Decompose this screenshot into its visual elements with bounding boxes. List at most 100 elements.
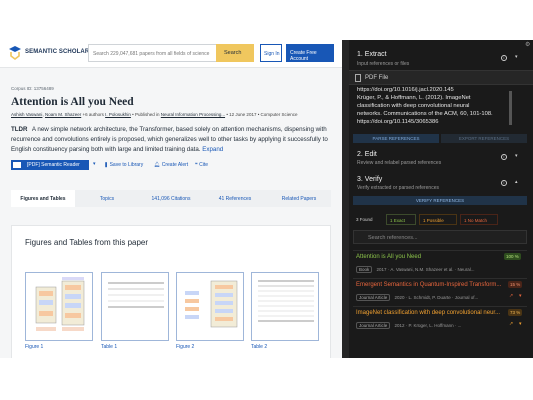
- chevron-down-icon[interactable]: ▾: [515, 54, 518, 60]
- result-item[interactable]: Attention is All you Need 100 % Book 201…: [353, 250, 527, 276]
- published-prefix: Published in: [135, 112, 160, 117]
- step-verify-title[interactable]: 3. Verify: [357, 176, 382, 183]
- panel-divider[interactable]: [342, 40, 349, 358]
- external-link-icon[interactable]: ↗: [509, 321, 513, 327]
- step-extract-title[interactable]: 1. Extract: [357, 51, 387, 58]
- reference-search-input[interactable]: Search references...: [353, 230, 527, 244]
- export-references-button[interactable]: EXPORT REFERENCES: [441, 134, 527, 143]
- result-title[interactable]: Emergent Semantics in Quantum-Inspired T…: [356, 282, 501, 288]
- result-year: 2020: [394, 295, 405, 300]
- result-meta: Journal Article 2020 · L. Schmidt, P. Du…: [356, 294, 478, 301]
- paper-tabs: Figures and Tables Topics 141,096 Citati…: [11, 190, 331, 207]
- chevron-down-icon[interactable]: ▾: [515, 153, 518, 159]
- figure-thumbnail[interactable]: [251, 272, 319, 341]
- reference-panel: ⚙ 1. Extract Input references or files i…: [349, 40, 533, 358]
- tab-related-papers[interactable]: Related Papers: [267, 190, 331, 207]
- chevron-down-icon[interactable]: ▾: [519, 293, 522, 299]
- result-venue: ...: [457, 323, 462, 328]
- reference-text-line: networks. Communications of the ACM, 60,…: [357, 111, 493, 117]
- expand-link[interactable]: Expand: [202, 146, 223, 153]
- match-score-badge: 15 %: [508, 281, 523, 288]
- create-account-button[interactable]: Create Free Account: [286, 44, 334, 62]
- info-icon[interactable]: i: [501, 55, 507, 61]
- filter-found[interactable]: 3 Found: [353, 214, 385, 225]
- tab-citations[interactable]: 141,096 Citations: [139, 190, 203, 207]
- save-to-library-button[interactable]: ❚ Save to Library: [104, 162, 143, 168]
- chevron-down-icon[interactable]: ▾: [519, 321, 522, 327]
- sign-in-button[interactable]: Sign In: [260, 44, 282, 62]
- figure-caption[interactable]: Figure 1: [25, 344, 43, 350]
- step-edit-title[interactable]: 2. Edit: [357, 151, 377, 158]
- author-link[interactable]: I. Polosukhin: [105, 112, 131, 117]
- result-title[interactable]: Attention is All you Need: [356, 254, 421, 260]
- filter-no-match[interactable]: 1 No Match: [460, 214, 498, 225]
- tldr-text: A new simple network architecture, the T…: [11, 126, 328, 153]
- reference-text-line: Krüger, P., & Hoffmann, L. (2012). Image…: [357, 95, 471, 101]
- top-margin: [0, 0, 533, 40]
- figure-caption[interactable]: Table 1: [101, 344, 117, 350]
- site-header: SEMANTIC SCHOLAR Search 229,047,681 pape…: [0, 40, 342, 68]
- tldr-tag: TLDR: [11, 126, 28, 133]
- chevron-up-icon[interactable]: ▴: [515, 179, 518, 185]
- semantic-scholar-logo-icon[interactable]: [8, 45, 22, 61]
- tldr-block: TLDR A new simple network architecture, …: [11, 125, 333, 155]
- gear-icon[interactable]: ⚙: [525, 41, 530, 48]
- bottom-margin: [0, 358, 533, 400]
- search-input[interactable]: Search 229,047,681 papers from all field…: [88, 44, 216, 62]
- figure-thumbnail[interactable]: [176, 272, 244, 341]
- result-authors: P. Krüger, L. Hoffmann: [408, 323, 454, 328]
- venue-link[interactable]: Neural Information Processing...: [161, 112, 225, 117]
- result-meta: Book 2017 · A. Vaswani, N.M. Shazeer et …: [356, 266, 475, 273]
- match-score-badge: 100 %: [504, 253, 521, 260]
- figure-thumbnail[interactable]: [25, 272, 93, 341]
- tab-topics[interactable]: Topics: [75, 190, 139, 207]
- cite-button[interactable]: ❝ Cite: [195, 162, 208, 168]
- verify-references-button[interactable]: VERIFY REFERENCES: [353, 196, 527, 205]
- figures-card: Figures and Tables from this paper Figur…: [11, 225, 331, 358]
- step-edit-subtitle: Review and relabel parsed references: [357, 160, 442, 166]
- figure-1-image: [35, 277, 85, 331]
- figure-caption[interactable]: Figure 2: [176, 344, 194, 350]
- table-1-image: [108, 282, 164, 308]
- result-item[interactable]: ImageNet classification with deep convol…: [353, 306, 527, 332]
- filter-exact[interactable]: 1 Exact: [386, 214, 416, 225]
- result-title[interactable]: ImageNet classification with deep convol…: [356, 310, 500, 316]
- result-venue: Neural...: [457, 267, 475, 272]
- result-type: Book: [356, 266, 373, 273]
- reference-textarea[interactable]: https://doi.org/10.1016/j.jacl.2020.145 …: [353, 87, 523, 129]
- figure-2-image: [185, 280, 238, 328]
- tab-references[interactable]: 41 References: [203, 190, 267, 207]
- info-icon[interactable]: i: [501, 154, 507, 160]
- info-icon[interactable]: i: [501, 180, 507, 186]
- author-link[interactable]: Noam M. Shazeer: [45, 112, 81, 117]
- pdf-file-row[interactable]: PDF File: [349, 70, 533, 85]
- semantic-reader-button[interactable]: [PDF] Semantic Reader: [11, 160, 89, 170]
- screenshot-frame: SEMANTIC SCHOLAR Search 229,047,681 pape…: [0, 0, 533, 400]
- site-brand[interactable]: SEMANTIC SCHOLAR: [25, 49, 89, 55]
- parse-references-button[interactable]: PARSE REFERENCES: [353, 134, 439, 143]
- paper-title: Attention is All you Need: [11, 96, 134, 108]
- figure-thumbnail[interactable]: [101, 272, 169, 341]
- result-venue: Journal of...: [454, 295, 479, 300]
- create-alert-label: Create Alert: [161, 162, 189, 168]
- result-year: 2017: [376, 267, 387, 272]
- author-link[interactable]: Ashish Vaswani: [11, 112, 42, 117]
- more-authors[interactable]: +6 authors: [82, 112, 103, 117]
- figure-caption[interactable]: Table 2: [251, 344, 267, 350]
- step-extract-subtitle: Input references or files: [357, 61, 410, 67]
- textarea-scrollbar[interactable]: [509, 91, 512, 125]
- pdf-file-label: PDF File: [365, 75, 389, 81]
- save-to-library-label: Save to Library: [109, 162, 144, 168]
- result-item[interactable]: Emergent Semantics in Quantum-Inspired T…: [353, 278, 527, 304]
- result-year: 2012: [394, 323, 405, 328]
- reference-text-line: classification with deep convolutional n…: [357, 103, 470, 109]
- figures-heading: Figures and Tables from this paper: [25, 238, 149, 247]
- chevron-down-icon[interactable]: ▾: [93, 161, 96, 167]
- create-alert-button[interactable]: 🔔︎ Create Alert: [154, 162, 188, 168]
- search-button[interactable]: Search: [216, 44, 254, 62]
- reference-text-line: https://doi.org/10.1145/3065386: [357, 119, 439, 125]
- external-link-icon[interactable]: ↗: [509, 293, 513, 299]
- tab-figures-and-tables[interactable]: Figures and Tables: [11, 190, 75, 207]
- filter-possible[interactable]: 1 Possible: [419, 214, 457, 225]
- reader-icon: [13, 162, 21, 168]
